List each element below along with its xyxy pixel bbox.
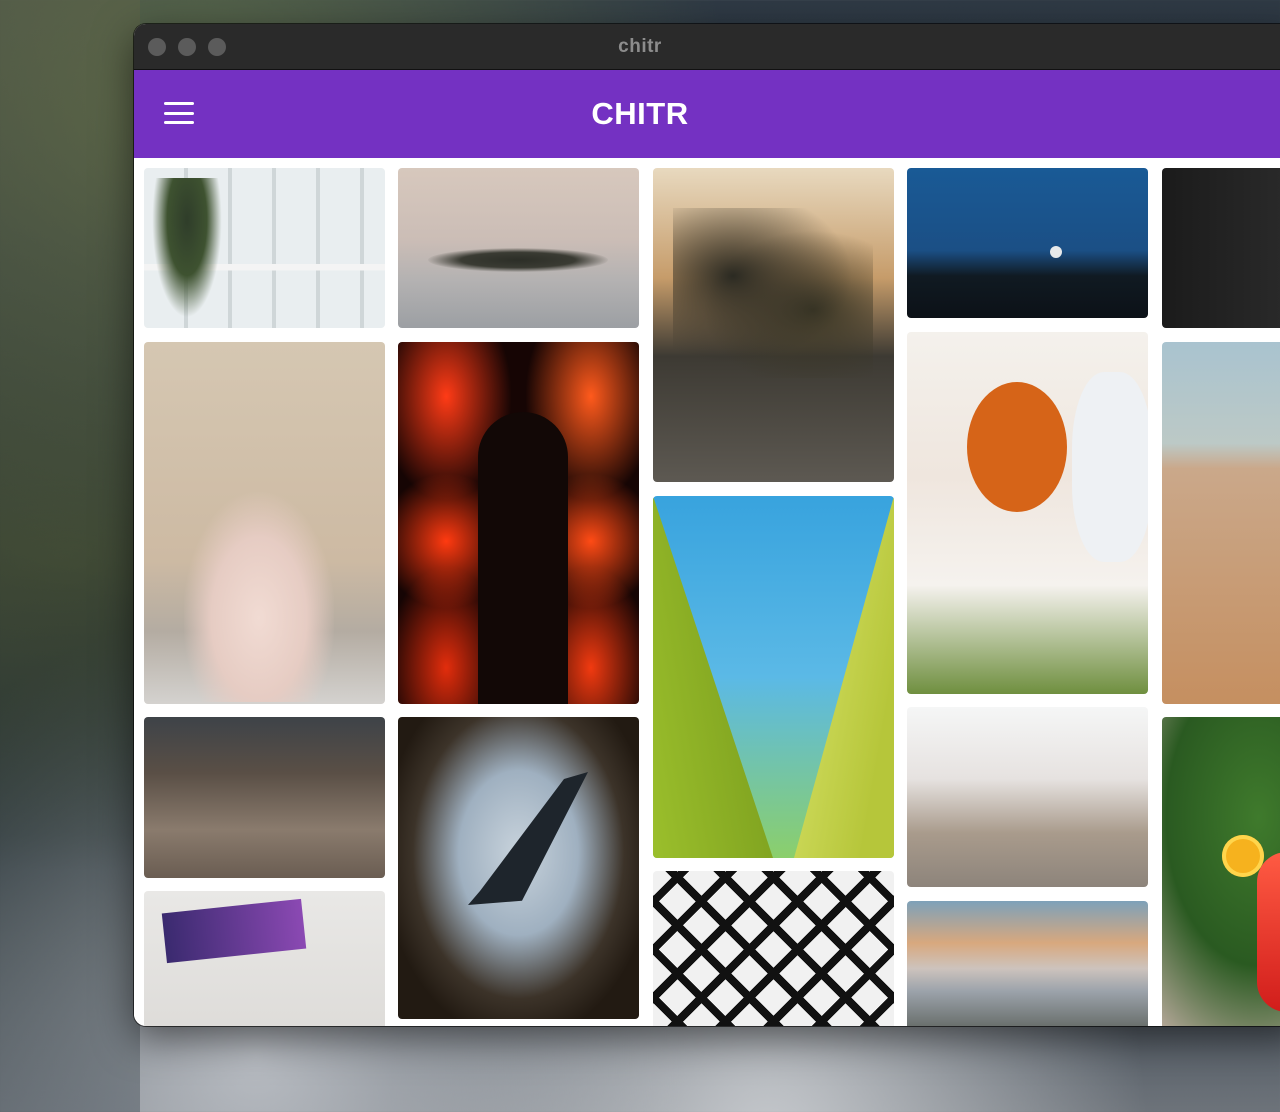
photo-mural-street[interactable]: mural street [907, 707, 1148, 887]
photo-sunset-fog[interactable]: sunset fog [907, 901, 1148, 1026]
window-title: chitr [618, 36, 662, 57]
photo-dark-interior[interactable]: dark interior [1162, 168, 1280, 328]
desktop-wallpaper [0, 0, 140, 1112]
app-title: CHITR [591, 96, 689, 131]
photo-grid: office woman dress rocky shore desk setu… [134, 158, 1280, 1026]
photo-lattice[interactable]: lattice [653, 871, 894, 1026]
photo-desk-setup[interactable]: desk setup [144, 891, 385, 1026]
title-bar: chitr [134, 24, 1280, 70]
photo-desert[interactable]: desert [1162, 342, 1280, 704]
app-bar: CHITR [134, 70, 1280, 158]
photo-office[interactable]: office [144, 168, 385, 328]
photo-cocktail[interactable]: cocktail [1162, 717, 1280, 1026]
photo-rocky-shore[interactable]: rocky shore [144, 717, 385, 878]
app-window: chitr CHITR office woman dress rocky sho… [134, 24, 1280, 1026]
photo-moon[interactable]: moon [907, 168, 1148, 318]
photo-street[interactable]: street [653, 168, 894, 482]
photo-green-walls[interactable]: green walls [653, 496, 894, 858]
photo-cooking[interactable]: cooking [907, 332, 1148, 694]
photo-lanterns[interactable]: lanterns [398, 342, 639, 704]
photo-woman-dress[interactable]: woman dress [144, 342, 385, 704]
photo-fog-island[interactable]: fog island [398, 168, 639, 328]
photo-plane-window[interactable]: plane window [398, 717, 639, 1019]
